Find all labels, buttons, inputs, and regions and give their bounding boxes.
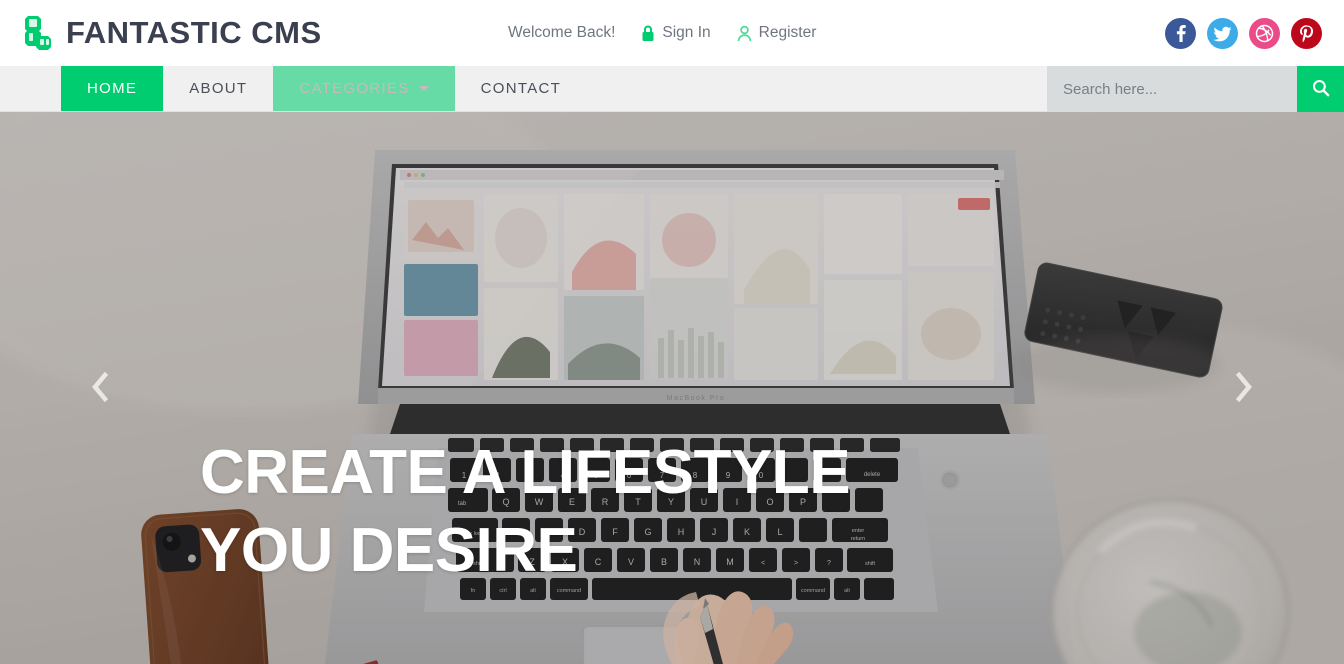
nav-item-label: HOME xyxy=(87,80,138,97)
account-nav: Welcome Back! Sign In Register xyxy=(508,0,816,66)
hero-heading-line-1: CREATE A LIFESTYLE xyxy=(200,438,851,507)
hero-carousel: MacBook Pro 1 2 3 4 5 6 7 8 9 0 delete t… xyxy=(0,112,1344,664)
site-header: FANTASTIC CMS Welcome Back! Sign In Regi… xyxy=(0,0,1344,66)
nav-item-list: HOME ABOUT CATEGORIES CONTACT xyxy=(61,66,587,111)
hero-caption: CREATE A LIFESTYLE YOU DESIRE xyxy=(200,434,851,590)
twitter-icon[interactable] xyxy=(1207,17,1238,49)
nav-item-label: ABOUT xyxy=(189,80,248,97)
main-navigation: HOME ABOUT CATEGORIES CONTACT xyxy=(0,66,1344,112)
pinterest-icon[interactable] xyxy=(1291,17,1322,49)
lock-icon xyxy=(641,25,655,42)
brand-name: FANTASTIC CMS xyxy=(66,15,322,50)
search-area xyxy=(1047,66,1344,112)
dribbble-icon[interactable] xyxy=(1249,17,1280,49)
hero-heading-line-2: YOU DESIRE xyxy=(200,516,578,586)
nav-item-label: CATEGORIES xyxy=(299,80,410,97)
sign-in-link[interactable]: Sign In xyxy=(641,24,711,42)
sign-in-label: Sign In xyxy=(662,24,711,41)
carousel-next-button[interactable] xyxy=(1222,365,1264,411)
search-button[interactable] xyxy=(1297,66,1344,112)
welcome-message: Welcome Back! xyxy=(508,24,616,41)
facebook-icon[interactable] xyxy=(1165,17,1196,49)
nav-item-home[interactable]: HOME xyxy=(61,66,164,111)
user-icon xyxy=(737,25,752,42)
register-label: Register xyxy=(758,24,817,41)
nav-item-label: CONTACT xyxy=(480,80,562,97)
nav-item-about[interactable]: ABOUT xyxy=(163,66,273,111)
cubes-logo-icon xyxy=(22,14,56,52)
search-icon xyxy=(1311,78,1331,101)
register-link[interactable]: Register xyxy=(737,24,817,42)
nav-item-categories[interactable]: CATEGORIES xyxy=(273,66,455,111)
chevron-down-icon xyxy=(418,86,429,91)
carousel-prev-button[interactable] xyxy=(80,365,122,411)
nav-item-contact[interactable]: CONTACT xyxy=(455,66,587,111)
social-links xyxy=(1165,0,1322,66)
search-input[interactable] xyxy=(1047,66,1297,112)
chevron-right-icon xyxy=(1231,370,1255,407)
brand-logo[interactable]: FANTASTIC CMS xyxy=(22,14,322,52)
chevron-left-icon xyxy=(89,370,113,407)
